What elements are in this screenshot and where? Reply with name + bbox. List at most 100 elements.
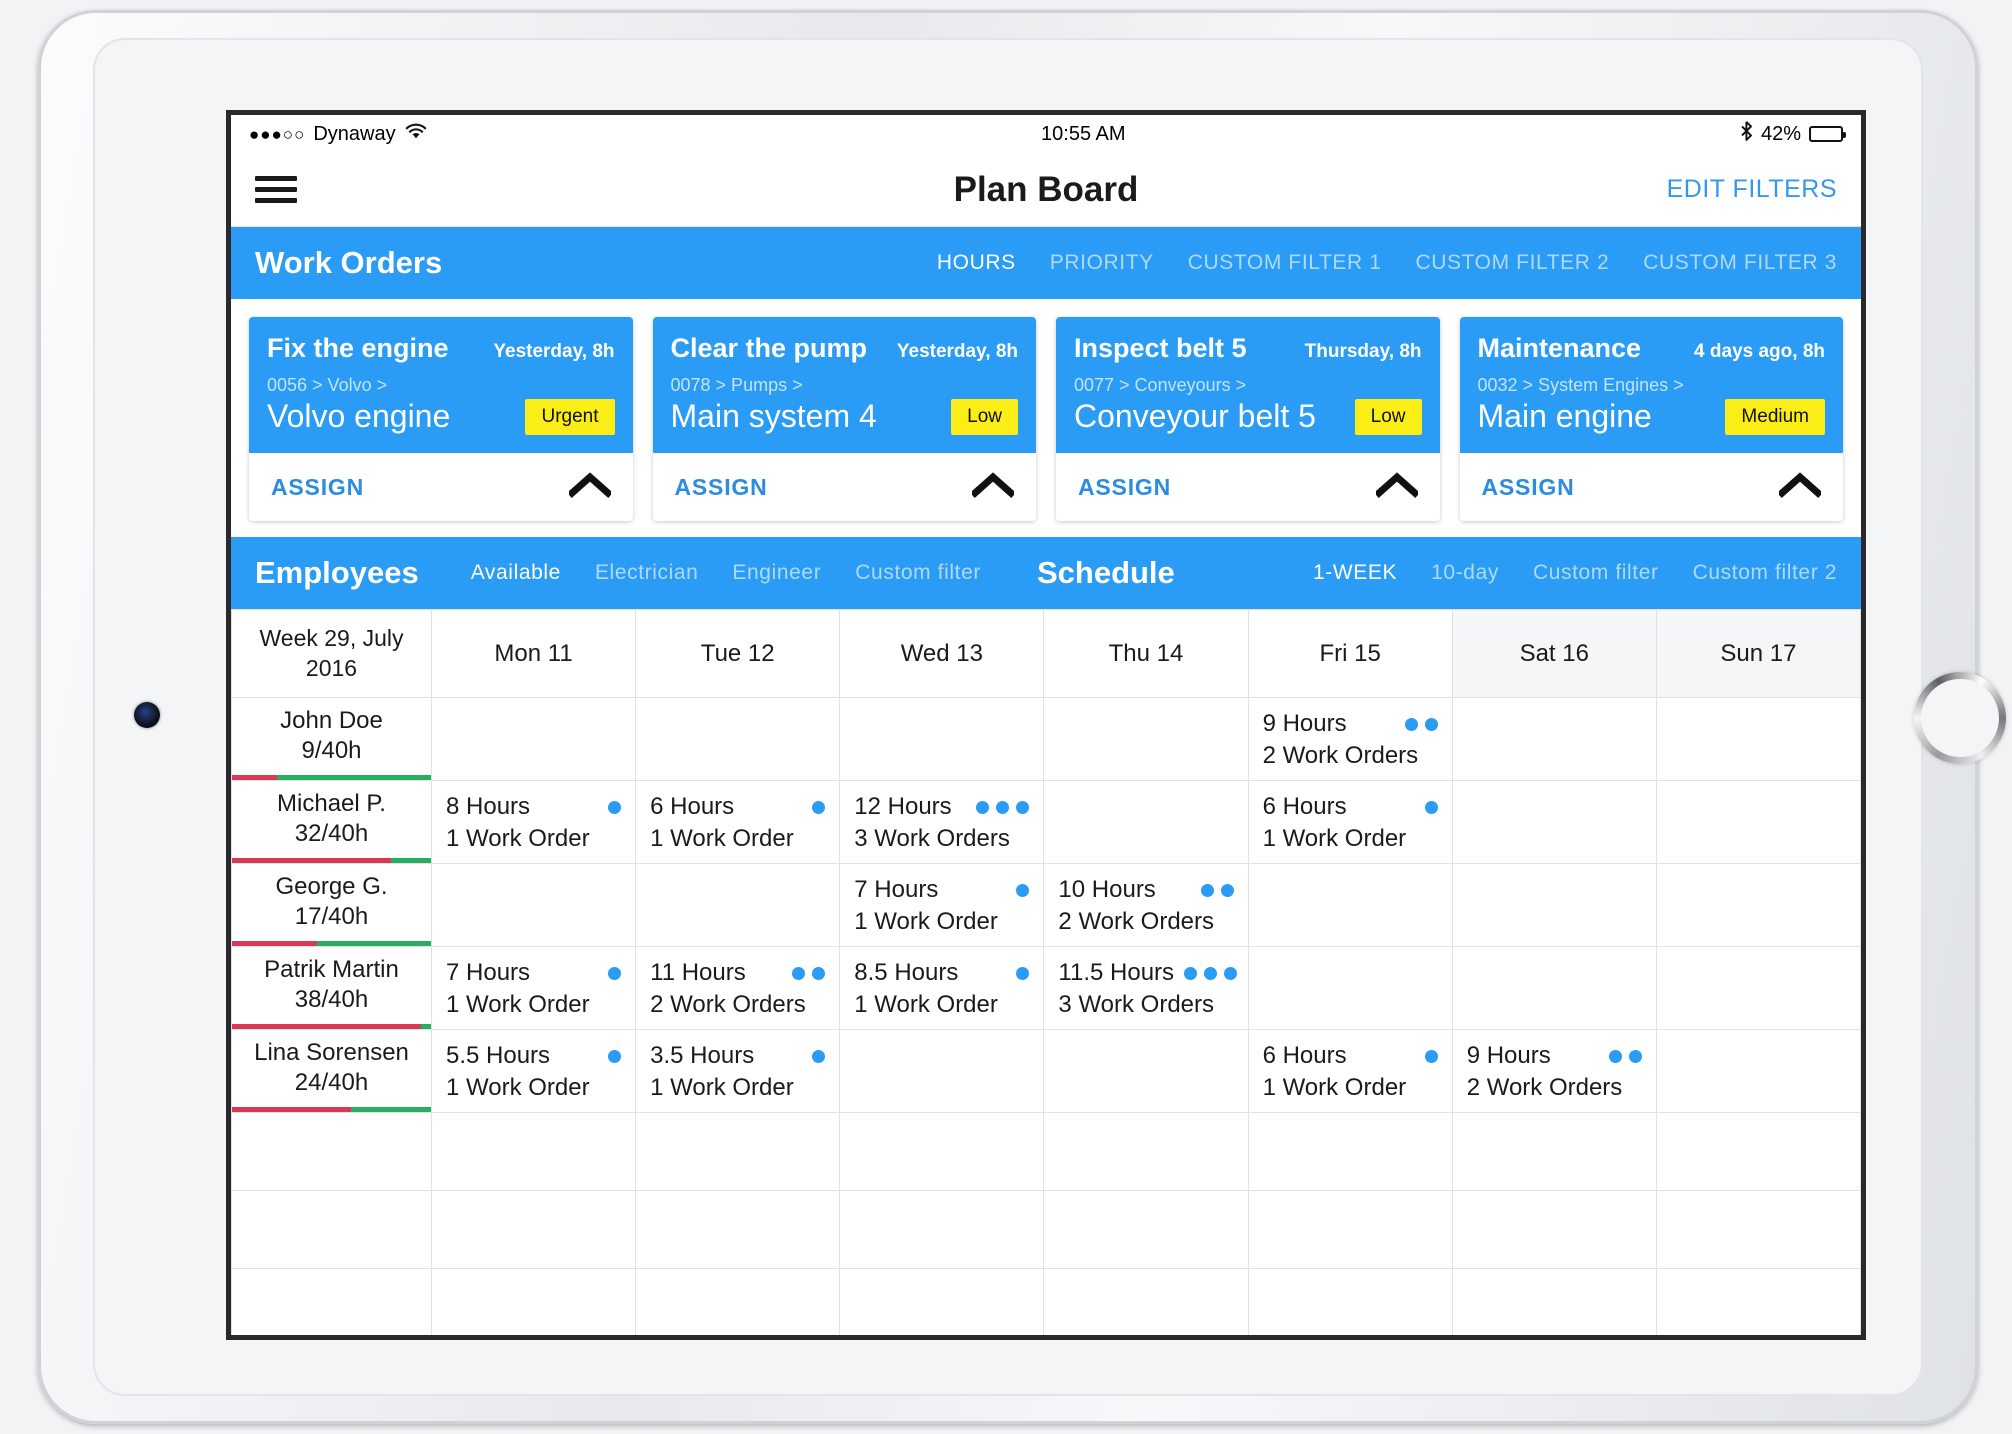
schedule-empty-cell[interactable] <box>839 1112 1045 1191</box>
schedule-empty-cell[interactable] <box>1247 1112 1453 1191</box>
schedule-filter-3[interactable]: Custom filter 2 <box>1693 561 1837 585</box>
schedule-empty-cell[interactable] <box>1247 1190 1453 1269</box>
schedule-empty-cell[interactable] <box>430 1268 637 1335</box>
schedule-assignment-cell[interactable]: 8 Hours 1 Work Order <box>430 780 637 864</box>
employee-cell[interactable]: John Doe 9/40h <box>231 697 432 781</box>
schedule-assignment-cell[interactable]: 6 Hours 1 Work Order <box>1247 780 1453 864</box>
schedule-assignment-cell[interactable]: 3.5 Hours 1 Work Order <box>635 1029 841 1113</box>
schedule-empty-cell[interactable] <box>1451 1268 1657 1335</box>
schedule-empty-cell[interactable] <box>231 1190 432 1269</box>
work-order-card[interactable]: Maintenance 4 days ago, 8h 0032 > System E… <box>1459 317 1843 521</box>
schedule-empty-cell[interactable] <box>430 863 637 947</box>
schedule-empty-cell[interactable] <box>1043 1268 1249 1335</box>
employees-filter-2[interactable]: Engineer <box>732 561 821 585</box>
schedule-empty-cell[interactable] <box>635 697 841 781</box>
schedule-assignment-cell[interactable]: 9 Hours 2 Work Orders <box>1247 697 1453 781</box>
schedule-assignment-cell[interactable]: 9 Hours 2 Work Orders <box>1451 1029 1657 1113</box>
schedule-empty-cell[interactable] <box>1655 697 1861 781</box>
chevron-up-icon[interactable] <box>970 471 1016 503</box>
schedule-filter-0[interactable]: 1-WEEK <box>1313 561 1397 585</box>
assign-button[interactable]: ASSIGN <box>675 474 768 501</box>
employee-cell[interactable]: Michael P. 32/40h <box>231 780 432 864</box>
schedule-filter-2[interactable]: Custom filter <box>1533 561 1659 585</box>
employee-cell[interactable]: Lina Sorensen 24/40h <box>231 1029 432 1113</box>
schedule-assignment-cell[interactable]: 10 Hours 2 Work Orders <box>1043 863 1249 947</box>
employees-filter-1[interactable]: Electrician <box>595 561 698 585</box>
status-bar-right: 42% <box>1740 120 1846 148</box>
work-order-card-header: Inspect belt 5 Thursday, 8h 0077 > Conveyo… <box>1056 317 1440 453</box>
schedule-empty-cell[interactable] <box>1655 1112 1861 1191</box>
work-order-card[interactable]: Clear the pump Yesterday, 8h 0078 > Pumps … <box>652 317 1036 521</box>
schedule-assignment-cell[interactable]: 12 Hours 3 Work Orders <box>839 780 1045 864</box>
employee-cell[interactable]: Patrik Martin 38/40h <box>231 946 432 1030</box>
schedule-empty-cell[interactable] <box>1247 946 1453 1030</box>
schedule-assignment-cell[interactable]: 6 Hours 1 Work Order <box>1247 1029 1453 1113</box>
schedule-empty-cell[interactable] <box>1655 1190 1861 1269</box>
schedule-empty-cell[interactable] <box>430 1112 637 1191</box>
work-order-card-header: Fix the engine Yesterday, 8h 0056 > Volvo … <box>249 317 633 453</box>
work-orders-filter-4[interactable]: CUSTOM FILTER 3 <box>1643 251 1837 275</box>
work-orders-filter-1[interactable]: PRIORITY <box>1050 251 1154 275</box>
battery-icon <box>1809 126 1846 142</box>
chevron-up-icon[interactable] <box>1777 471 1823 503</box>
schedule-empty-cell[interactable] <box>1043 1190 1249 1269</box>
employees-filter-3[interactable]: Custom filter <box>855 561 981 585</box>
schedule-empty-cell[interactable] <box>1451 1190 1657 1269</box>
schedule-empty-cell[interactable] <box>635 1190 841 1269</box>
schedule-empty-cell[interactable] <box>1655 946 1861 1030</box>
schedule-empty-cell[interactable] <box>1451 946 1657 1030</box>
schedule-empty-cell[interactable] <box>1655 780 1861 864</box>
schedule-empty-cell[interactable] <box>839 1268 1045 1335</box>
assign-button[interactable]: ASSIGN <box>1078 474 1171 501</box>
schedule-empty-cell[interactable] <box>839 1190 1045 1269</box>
hamburger-menu-icon[interactable] <box>255 170 297 209</box>
schedule-empty-cell[interactable] <box>839 1029 1045 1113</box>
work-orders-filter-2[interactable]: CUSTOM FILTER 1 <box>1188 251 1382 275</box>
schedule-empty-cell[interactable] <box>1043 697 1249 781</box>
schedule-empty-cell[interactable] <box>635 1112 841 1191</box>
schedule-assignment-cell[interactable]: 11.5 Hours 3 Work Orders <box>1043 946 1249 1030</box>
schedule-assignment-cell[interactable]: 6 Hours 1 Work Order <box>635 780 841 864</box>
schedule-empty-cell[interactable] <box>635 863 841 947</box>
assign-button[interactable]: ASSIGN <box>1482 474 1575 501</box>
schedule-empty-cell[interactable] <box>1247 1268 1453 1335</box>
schedule-filter-1[interactable]: 10-day <box>1431 561 1499 585</box>
schedule-empty-cell[interactable] <box>1655 1029 1861 1113</box>
work-order-dot-group <box>598 966 622 980</box>
schedule-empty-cell[interactable] <box>1451 1112 1657 1191</box>
schedule-empty-cell[interactable] <box>430 1190 637 1269</box>
schedule-empty-cell[interactable] <box>1451 863 1657 947</box>
schedule-assignment-cell[interactable]: 5.5 Hours 1 Work Order <box>430 1029 637 1113</box>
schedule-empty-cell[interactable] <box>1655 1268 1861 1335</box>
schedule-assignment-cell[interactable]: 11 Hours 2 Work Orders <box>635 946 841 1030</box>
employee-cell[interactable]: George G. 17/40h <box>231 863 432 947</box>
schedule-empty-cell[interactable] <box>231 1112 432 1191</box>
assignment-hours: 5.5 Hours <box>446 1042 551 1069</box>
schedule-empty-cell[interactable] <box>635 1268 841 1335</box>
work-orders-filter-0[interactable]: HOURS <box>937 251 1016 275</box>
schedule-assignment-cell[interactable]: 7 Hours 1 Work Order <box>839 863 1045 947</box>
schedule-assignment-cell[interactable]: 7 Hours 1 Work Order <box>430 946 637 1030</box>
work-orders-filter-3[interactable]: CUSTOM FILTER 2 <box>1416 251 1610 275</box>
schedule-empty-cell[interactable] <box>231 1268 432 1335</box>
chevron-up-icon[interactable] <box>1373 471 1420 503</box>
employees-filter-0[interactable]: Available <box>471 561 561 585</box>
schedule-empty-cell[interactable] <box>1043 780 1249 864</box>
schedule-empty-cell[interactable] <box>1247 863 1453 947</box>
schedule-empty-cell[interactable] <box>1451 780 1657 864</box>
schedule-empty-cell[interactable] <box>839 697 1045 781</box>
work-order-dot-group <box>598 1049 622 1063</box>
schedule-empty-cell[interactable] <box>430 697 637 781</box>
edit-filters-button[interactable]: EDIT FILTERS <box>1667 175 1837 204</box>
home-button[interactable] <box>1914 672 2006 764</box>
schedule-assignment-cell[interactable]: 8.5 Hours 1 Work Order <box>839 946 1045 1030</box>
assign-button[interactable]: ASSIGN <box>271 474 364 501</box>
work-order-card[interactable]: Fix the engine Yesterday, 8h 0056 > Volvo … <box>249 317 633 521</box>
schedule-empty-cell[interactable] <box>1451 697 1657 781</box>
work-order-card[interactable]: Inspect belt 5 Thursday, 8h 0077 > Conveyo… <box>1056 317 1440 521</box>
work-order-dot-group <box>782 966 826 980</box>
schedule-empty-cell[interactable] <box>1043 1112 1249 1191</box>
chevron-up-icon[interactable] <box>566 471 613 503</box>
schedule-empty-cell[interactable] <box>1043 1029 1249 1113</box>
schedule-empty-cell[interactable] <box>1655 863 1861 947</box>
